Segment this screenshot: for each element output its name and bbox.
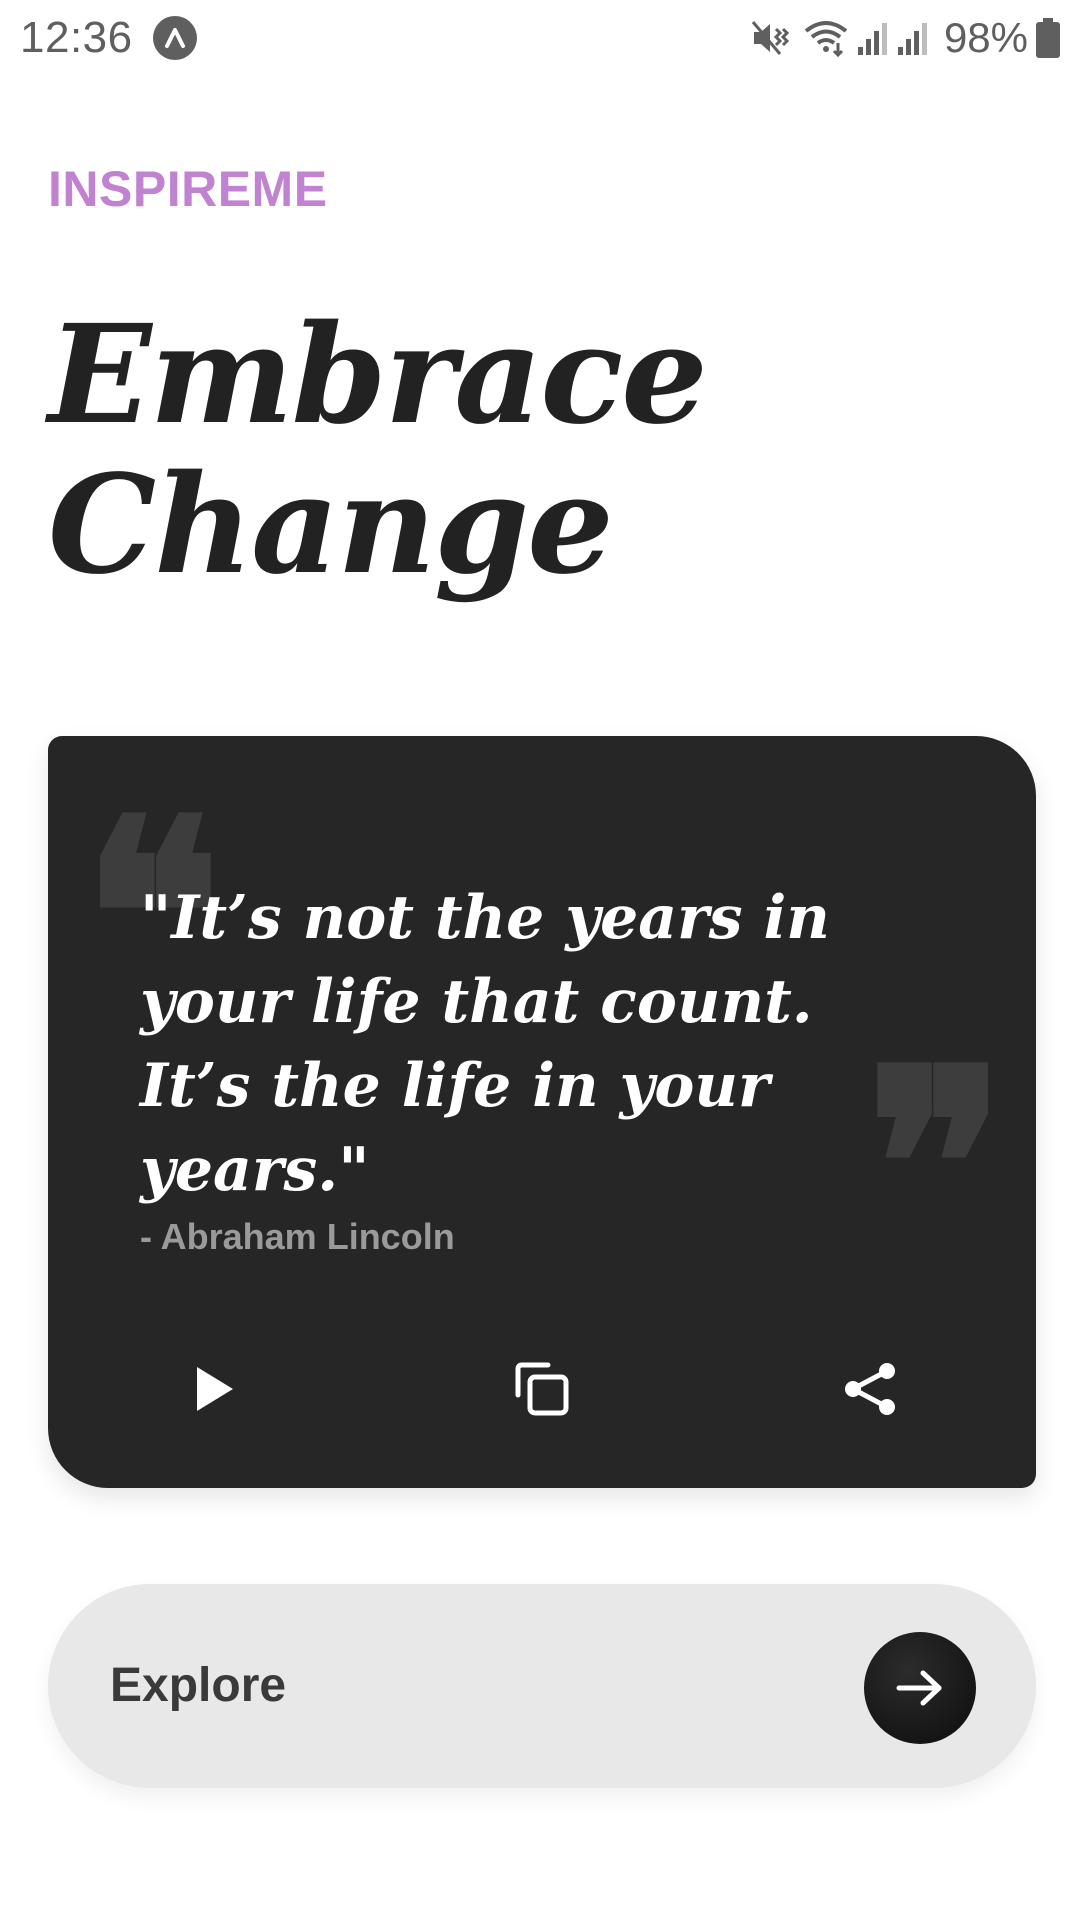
explore-label: Explore: [110, 1659, 287, 1712]
copy-icon: [510, 1357, 574, 1426]
battery-icon: [1036, 18, 1060, 58]
headline-line-1: Embrace: [48, 295, 708, 455]
headline-line-2: Change: [48, 445, 614, 605]
copy-button[interactable]: [487, 1336, 597, 1446]
status-bar-left: 12:36: [20, 13, 197, 63]
page-headline: Embrace Change: [48, 295, 708, 605]
mute-vibrate-icon: [750, 17, 792, 59]
quote-actions: [48, 1336, 1036, 1446]
quote-card: ❝ ❞ "It’s not the years in your life tha…: [48, 736, 1036, 1488]
status-time: 12:36: [20, 13, 133, 62]
brand-title: INSPIREME: [48, 161, 328, 217]
share-button[interactable]: [816, 1336, 926, 1446]
signal-icon: [856, 17, 892, 59]
play-icon: [189, 1363, 237, 1420]
share-icon: [841, 1359, 901, 1424]
wifi-icon: [802, 17, 850, 59]
explore-button[interactable]: Explore: [48, 1584, 1036, 1788]
quote-text: "It’s not the years in your life that co…: [140, 883, 830, 1205]
battery-percent: 98%: [943, 14, 1028, 61]
arrow-right-icon[interactable]: [864, 1632, 976, 1744]
play-button[interactable]: [158, 1336, 268, 1446]
app-notification-icon: [152, 16, 197, 60]
status-bar: 12:36 98%: [0, 0, 1080, 76]
quote-author: - Abraham Lincoln: [140, 1216, 455, 1257]
signal-icon: [896, 17, 932, 59]
status-bar-right: 98%: [750, 14, 1060, 62]
